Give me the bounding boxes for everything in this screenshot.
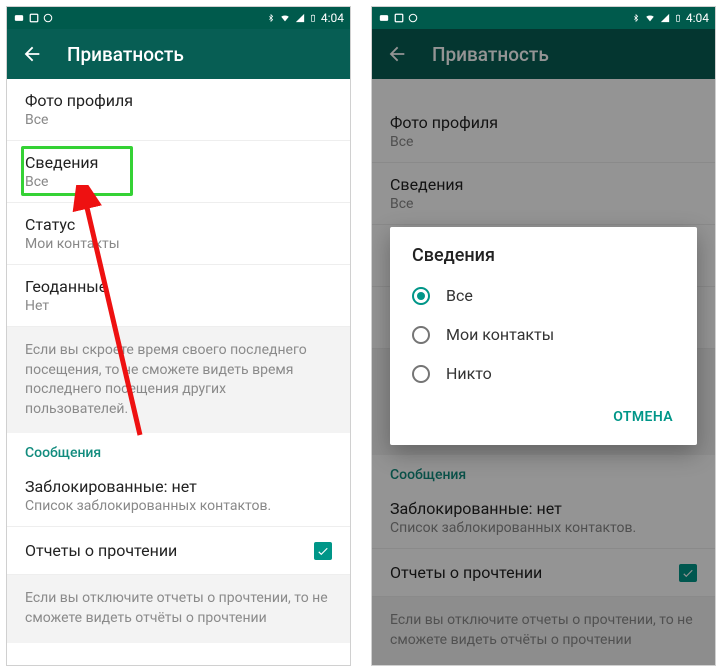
status-bar: 4:04 bbox=[372, 7, 715, 29]
section-messages: Сообщения bbox=[7, 433, 350, 465]
item-title: Фото профиля bbox=[25, 91, 332, 110]
item-profile-photo[interactable]: Фото профиля Все bbox=[7, 79, 350, 141]
signal-icon bbox=[295, 13, 305, 23]
app-header: Приватность bbox=[7, 29, 350, 79]
status-time: 4:04 bbox=[321, 11, 344, 25]
bluetooth-icon bbox=[632, 13, 640, 23]
item-sub: Все bbox=[25, 112, 332, 128]
item-live-location[interactable]: Геоданные Нет bbox=[7, 265, 350, 327]
radio-label: Мои контакты bbox=[446, 325, 554, 344]
bluetooth-icon bbox=[267, 13, 275, 23]
phone-left: 4:04 Приватность Фото профиля Все Сведен… bbox=[6, 6, 351, 666]
whatsapp-icon bbox=[43, 13, 53, 23]
youtube-icon bbox=[13, 13, 25, 23]
battery-icon bbox=[674, 12, 682, 24]
radio-option-nobody[interactable]: Никто bbox=[390, 354, 697, 393]
item-title: Статус bbox=[25, 215, 332, 234]
phone-right: 4:04 Приватность Фото профиля Все Сведен… bbox=[371, 6, 716, 666]
wifi-icon bbox=[279, 13, 291, 23]
item-title: Отчеты о прочтении bbox=[25, 541, 177, 560]
settings-list: Фото профиля Все Сведения Все Статус Мои… bbox=[7, 79, 350, 665]
youtube-icon bbox=[378, 13, 390, 23]
signal-icon bbox=[660, 13, 670, 23]
cancel-button[interactable]: ОТМЕНА bbox=[603, 401, 683, 433]
status-bar: 4:04 bbox=[7, 7, 350, 29]
item-status[interactable]: Статус Мои контакты bbox=[7, 203, 350, 265]
status-left-icons bbox=[378, 13, 418, 23]
item-title: Заблокированные: нет bbox=[25, 477, 332, 496]
status-time: 4:04 bbox=[686, 11, 709, 25]
screenshot-icon bbox=[29, 13, 39, 23]
item-about[interactable]: Сведения Все bbox=[7, 141, 350, 203]
info-last-seen: Если вы скроете время своего последнего … bbox=[7, 327, 350, 433]
radio-checked-icon bbox=[412, 287, 430, 305]
dialog-title: Сведения bbox=[390, 245, 697, 276]
item-sub: Все bbox=[25, 174, 332, 190]
info-read-receipts: Если вы отключите отчеты о прочтении, то… bbox=[7, 575, 350, 642]
status-right-icons: 4:04 bbox=[267, 11, 344, 25]
item-blocked[interactable]: Заблокированные: нет Список заблокирован… bbox=[7, 465, 350, 526]
header-title: Приватность bbox=[67, 43, 184, 66]
whatsapp-icon bbox=[408, 13, 418, 23]
item-title: Геоданные bbox=[25, 277, 332, 296]
radio-unchecked-icon bbox=[412, 365, 430, 383]
screenshot-icon bbox=[394, 13, 404, 23]
checkbox-checked-icon bbox=[314, 542, 332, 560]
back-button[interactable] bbox=[21, 43, 43, 65]
radio-option-everyone[interactable]: Все bbox=[390, 276, 697, 315]
item-sub: Мои контакты bbox=[25, 236, 332, 252]
item-sub: Список заблокированных контактов. bbox=[25, 498, 332, 514]
radio-option-contacts[interactable]: Мои контакты bbox=[390, 315, 697, 354]
arrow-back-icon bbox=[21, 43, 43, 65]
item-title: Сведения bbox=[25, 153, 332, 172]
battery-icon bbox=[309, 12, 317, 24]
item-read-receipts[interactable]: Отчеты о прочтении bbox=[7, 526, 350, 575]
item-sub: Нет bbox=[25, 298, 332, 314]
about-dialog: Сведения Все Мои контакты Никто ОТМЕНА bbox=[390, 227, 697, 445]
status-left-icons bbox=[13, 13, 53, 23]
radio-unchecked-icon bbox=[412, 326, 430, 344]
wifi-icon bbox=[644, 13, 656, 23]
dialog-actions: ОТМЕНА bbox=[390, 393, 697, 437]
status-right-icons: 4:04 bbox=[632, 11, 709, 25]
radio-label: Все bbox=[446, 286, 473, 305]
radio-label: Никто bbox=[446, 364, 492, 383]
